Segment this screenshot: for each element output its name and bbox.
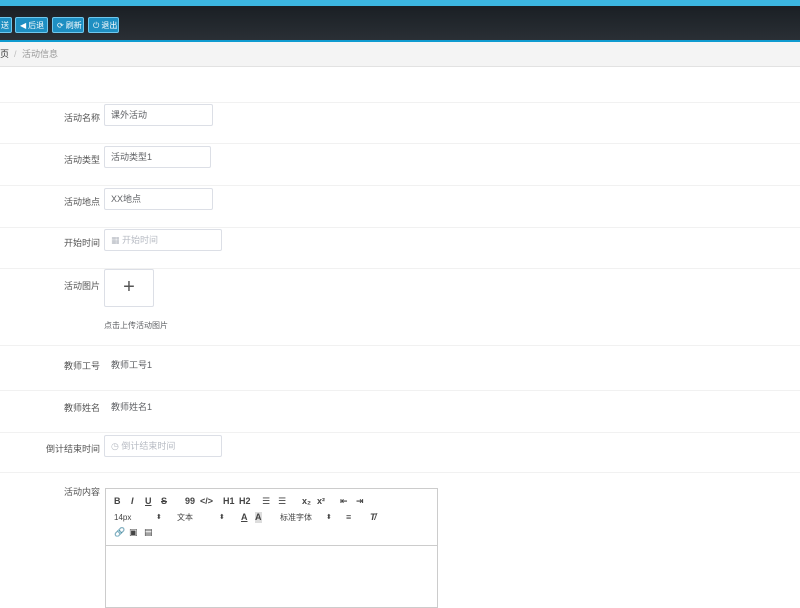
video-icon[interactable]: ▤ — [144, 527, 153, 538]
start-time-picker[interactable]: ▦ 开始时间 — [104, 229, 222, 251]
clear-format-icon[interactable]: T̸ — [370, 512, 376, 523]
countdown-end-label: 倒计结束时间 — [45, 444, 100, 454]
save-button[interactable]: 送 — [0, 17, 12, 33]
strike-button[interactable]: S — [161, 496, 167, 507]
breadcrumb-separator: / — [14, 49, 17, 59]
link-icon[interactable]: 🔗 — [114, 527, 125, 538]
code-button[interactable]: </> — [200, 496, 213, 507]
blockquote-button[interactable]: 99 — [185, 496, 195, 507]
activity-place-label: 活动地点 — [63, 197, 100, 207]
logout-button[interactable]: ⏻ 退出 — [88, 17, 119, 33]
h2-button[interactable]: H2 — [239, 496, 251, 507]
align-icon[interactable]: ≡ — [346, 512, 351, 523]
image-icon[interactable]: ▣ — [129, 527, 138, 538]
clock-icon: ◷ — [111, 441, 119, 451]
row-divider — [0, 102, 800, 103]
rich-text-editor[interactable]: B I U S 99 </> H1 H2 ☰ ☰ x₂ x² ⇤ ⇥ 14px … — [105, 488, 438, 608]
subscript-icon[interactable]: x₂ — [302, 496, 311, 507]
row-divider — [0, 345, 800, 346]
breadcrumb: 页 / 活动信息 — [0, 42, 800, 67]
back-button[interactable]: ◀ 后退 — [15, 17, 48, 33]
indent-icon[interactable]: ⇥ — [356, 496, 364, 507]
plus-icon: + — [123, 276, 135, 298]
underline-button[interactable]: U — [145, 496, 152, 507]
row-divider — [0, 472, 800, 473]
teacher-no-value: 教师工号1 — [111, 360, 153, 370]
breadcrumb-home[interactable]: 页 — [0, 42, 9, 66]
ordered-list-icon[interactable]: ☰ — [262, 496, 270, 507]
start-time-label: 开始时间 — [63, 238, 100, 248]
activity-name-label: 活动名称 — [63, 113, 100, 123]
calendar-icon: ▦ — [111, 235, 120, 245]
select-arrow-icon: ⬍ — [219, 514, 225, 521]
outdent-icon[interactable]: ⇤ — [340, 496, 348, 507]
refresh-icon: ⟳ — [57, 21, 64, 30]
activity-content-label: 活动内容 — [63, 487, 100, 497]
teacher-no-label: 教师工号 — [63, 361, 100, 371]
activity-type-label: 活动类型 — [63, 155, 100, 165]
row-divider — [0, 227, 800, 228]
refresh-button[interactable]: ⟳ 刷新 — [52, 17, 84, 33]
row-divider — [0, 432, 800, 433]
breadcrumb-current: 活动信息 — [22, 49, 59, 59]
upload-tip: 点击上传活动图片 — [104, 321, 168, 330]
h1-button[interactable]: H1 — [223, 496, 235, 507]
back-icon: ◀ — [20, 21, 27, 30]
row-divider — [0, 143, 800, 144]
editor-content-area[interactable] — [106, 546, 437, 607]
editor-toolbar: B I U S 99 </> H1 H2 ☰ ☰ x₂ x² ⇤ ⇥ 14px … — [106, 489, 437, 546]
header-select[interactable]: 文本 — [177, 512, 193, 523]
font-color-icon[interactable]: A — [241, 512, 248, 523]
bullet-list-icon[interactable]: ☰ — [278, 496, 286, 507]
select-arrow-icon: ⬍ — [326, 514, 332, 521]
image-upload-button[interactable]: + — [104, 269, 154, 307]
activity-name-input[interactable]: 课外活动 — [104, 104, 213, 126]
select-arrow-icon: ⬍ — [156, 514, 162, 521]
font-family-select[interactable]: 标准字体 — [280, 512, 312, 523]
row-divider — [0, 390, 800, 391]
font-size-select[interactable]: 14px — [114, 512, 131, 523]
activity-place-input[interactable]: XX地点 — [104, 188, 213, 210]
teacher-name-label: 教师姓名 — [63, 403, 100, 413]
bold-button[interactable]: B — [114, 496, 121, 507]
teacher-name-value: 教师姓名1 — [111, 402, 153, 412]
italic-button[interactable]: I — [131, 496, 134, 507]
row-divider — [0, 185, 800, 186]
superscript-icon[interactable]: x² — [317, 496, 325, 507]
top-toolbar: 送 ◀ 后退 ⟳ 刷新 ⏻ 退出 — [0, 0, 800, 42]
power-icon: ⏻ — [93, 21, 100, 30]
background-color-icon[interactable]: A — [255, 512, 262, 523]
countdown-end-picker[interactable]: ◷ 倒计结束时间 — [104, 435, 222, 457]
activity-image-label: 活动图片 — [63, 281, 100, 291]
activity-type-input[interactable]: 活动类型1 — [104, 146, 211, 168]
